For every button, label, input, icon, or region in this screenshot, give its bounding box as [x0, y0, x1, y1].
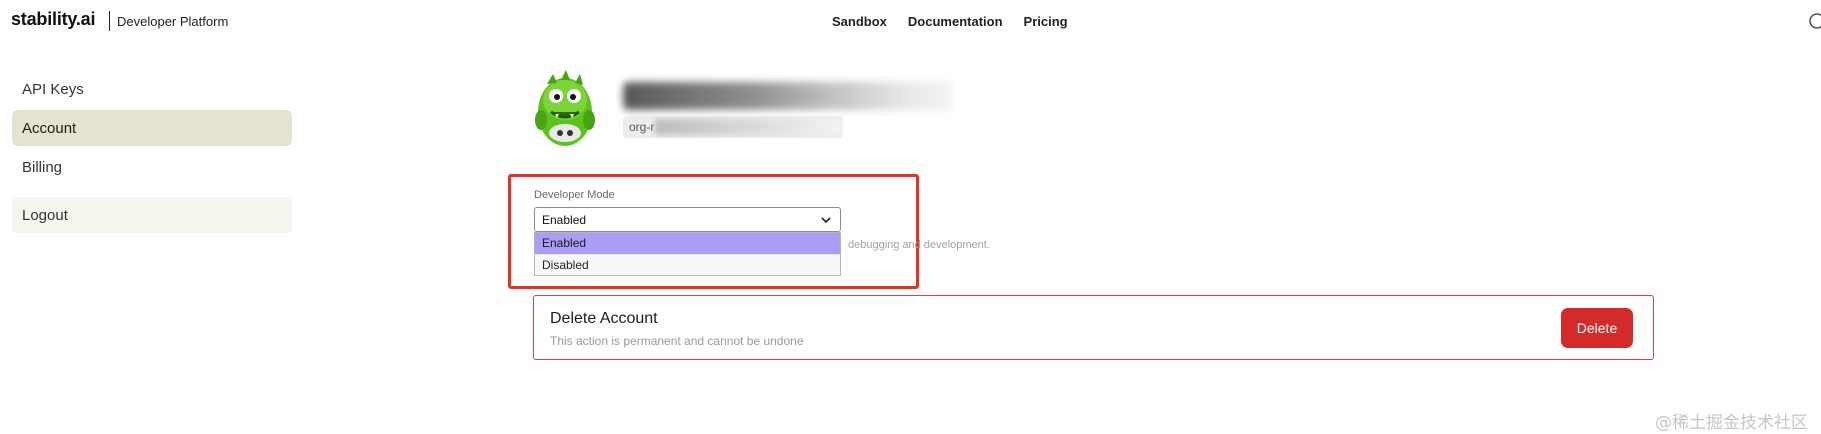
developer-mode-value: Enabled [542, 213, 587, 227]
nav-sandbox[interactable]: Sandbox [832, 14, 887, 29]
sidebar-item-api-keys[interactable]: API Keys [12, 71, 292, 107]
chevron-down-icon [821, 217, 831, 224]
delete-account-card: Delete Account This action is permanent … [533, 295, 1654, 360]
search-icon[interactable] [1808, 12, 1821, 32]
delete-account-title: Delete Account [550, 310, 658, 327]
option-disabled[interactable]: Disabled [535, 254, 840, 275]
stability-logo[interactable]: stability.ai [11, 9, 95, 30]
nav-pricing[interactable]: Pricing [1024, 14, 1068, 29]
nav-documentation[interactable]: Documentation [908, 14, 1003, 29]
top-nav: Sandbox Documentation Pricing [832, 14, 1068, 29]
delete-button[interactable]: Delete [1561, 308, 1633, 348]
option-enabled[interactable]: Enabled [535, 233, 840, 254]
blurred-account-name [623, 82, 953, 110]
logout-button[interactable]: Logout [12, 197, 292, 233]
developer-mode-dropdown: Enabled Disabled [534, 232, 841, 276]
developer-mode-select[interactable]: Enabled [534, 207, 841, 232]
green-monster-avatar-icon [535, 70, 595, 146]
sidebar-item-account[interactable]: Account [12, 110, 292, 146]
developer-mode-help-text: debugging and development. [848, 239, 990, 251]
delete-account-subtitle: This action is permanent and cannot be u… [550, 334, 804, 348]
org-id-tag: org-r [623, 116, 843, 138]
org-id-prefix: org-r [629, 120, 655, 134]
watermark: @稀土掘金技术社区 [1655, 413, 1808, 433]
sidebar-item-billing[interactable]: Billing [12, 149, 292, 185]
platform-title: Developer Platform [117, 14, 229, 29]
logo-divider [109, 11, 110, 31]
sidebar: API Keys Account Billing Logout [12, 71, 292, 236]
developer-mode-label: Developer Mode [534, 189, 615, 201]
blurred-org-id [655, 119, 843, 135]
